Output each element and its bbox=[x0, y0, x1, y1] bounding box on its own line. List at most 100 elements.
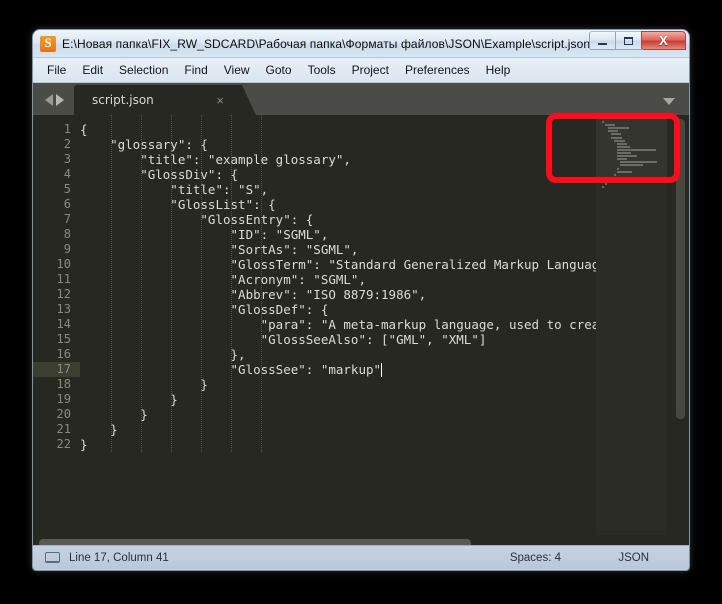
code-line: "GlossSee": "markup" bbox=[80, 362, 382, 377]
menu-item-find[interactable]: Find bbox=[176, 60, 215, 80]
window-controls: X bbox=[589, 31, 686, 50]
menu-item-help[interactable]: Help bbox=[478, 60, 519, 80]
minimap-line bbox=[614, 139, 626, 142]
minimap-line bbox=[620, 164, 643, 167]
vertical-scrollbar-thumb[interactable] bbox=[676, 119, 685, 419]
code-line: "glossary": { bbox=[80, 137, 208, 152]
text-caret bbox=[380, 363, 382, 377]
line-number: 21 bbox=[56, 422, 71, 436]
menu-item-preferences[interactable]: Preferences bbox=[397, 60, 478, 80]
syntax-mode[interactable]: JSON bbox=[618, 552, 649, 564]
maximize-button[interactable] bbox=[615, 31, 642, 50]
code-line: }, bbox=[80, 347, 246, 362]
indentation-setting[interactable]: Spaces: 4 bbox=[510, 552, 561, 564]
line-number: 2 bbox=[63, 137, 71, 151]
code-line: "GlossEntry": { bbox=[80, 212, 314, 227]
minimap-line bbox=[605, 124, 615, 127]
tab-label: script.json bbox=[92, 93, 154, 107]
minimap-line bbox=[617, 145, 630, 148]
code-line: } bbox=[80, 377, 208, 392]
minimap-line bbox=[608, 130, 618, 133]
line-number: 4 bbox=[63, 167, 71, 181]
minimize-button[interactable] bbox=[589, 31, 616, 50]
minimap-line bbox=[617, 148, 656, 151]
minimap-line bbox=[605, 183, 607, 185]
maximize-icon bbox=[624, 36, 633, 45]
line-number: 15 bbox=[56, 332, 71, 346]
code-line: "para": "A meta-markup language, used to… bbox=[80, 317, 630, 332]
minimap-line bbox=[602, 121, 604, 123]
code-line: "GlossDef": { bbox=[80, 302, 329, 317]
sublime-text-window: E:\Новая папка\FIX_RW_SDCARD\Рабочая пап… bbox=[33, 30, 689, 570]
code-line: { bbox=[80, 122, 88, 137]
code-line: "GlossList": { bbox=[80, 197, 276, 212]
tab-close-icon[interactable]: × bbox=[216, 94, 224, 107]
line-number: 9 bbox=[63, 242, 71, 256]
close-button[interactable]: X bbox=[641, 31, 686, 50]
editor-shell: script.json × 1 2 3 4 5 6 7 8 9 10 11 12 13 14 15 16 17 1… bbox=[33, 83, 689, 569]
minimap-line bbox=[617, 152, 631, 154]
line-number: 18 bbox=[56, 377, 71, 391]
minimap-line bbox=[614, 173, 616, 176]
code-line: } bbox=[80, 422, 118, 437]
line-number: 7 bbox=[63, 212, 71, 226]
code-line: "GlossSeeAlso": ["GML", "XML"] bbox=[80, 332, 487, 347]
minimize-icon bbox=[598, 43, 607, 45]
line-number-gutter: 1 2 3 4 5 6 7 8 9 10 11 12 13 14 15 16 17 18 19 20 21 22 bbox=[33, 115, 80, 551]
line-number: 19 bbox=[56, 392, 71, 406]
code-line: "GlossTerm": "Standard Generalized Marku… bbox=[80, 257, 622, 272]
arrow-right-icon[interactable] bbox=[56, 94, 64, 106]
menu-item-selection[interactable]: Selection bbox=[111, 60, 176, 80]
minimap-line bbox=[617, 142, 627, 145]
line-number: 10 bbox=[56, 257, 71, 271]
cursor-position: Line 17, Column 41 bbox=[69, 551, 169, 564]
minimap-line bbox=[608, 127, 629, 130]
minimap-line bbox=[611, 176, 613, 179]
minimap-line bbox=[620, 161, 657, 164]
close-icon: X bbox=[659, 33, 668, 48]
title-bar: E:\Новая папка\FIX_RW_SDCARD\Рабочая пап… bbox=[33, 30, 689, 58]
code-line: } bbox=[80, 407, 148, 422]
code-line: "title": "S", bbox=[80, 182, 269, 197]
console-icon[interactable] bbox=[45, 552, 60, 563]
line-number: 20 bbox=[56, 407, 71, 421]
line-number: 1 bbox=[63, 122, 71, 136]
menu-item-file[interactable]: File bbox=[39, 60, 74, 80]
line-number: 22 bbox=[56, 437, 71, 451]
tab-script-json[interactable]: script.json × bbox=[74, 85, 256, 115]
menu-item-project[interactable]: Project bbox=[344, 60, 397, 80]
menu-item-goto[interactable]: Goto bbox=[258, 60, 300, 80]
minimap-line bbox=[602, 186, 604, 189]
line-number: 3 bbox=[63, 152, 71, 166]
menu-bar: File Edit Selection Find View Goto Tools Projec… bbox=[33, 58, 689, 83]
code-line: "Abbrev": "ISO 8879:1986", bbox=[80, 287, 427, 302]
minimap-line bbox=[608, 179, 610, 182]
line-number: 11 bbox=[56, 272, 71, 286]
window-title: E:\Новая папка\FIX_RW_SDCARD\Рабочая пап… bbox=[62, 36, 601, 51]
menu-item-tools[interactable]: Tools bbox=[300, 60, 344, 80]
line-number: 5 bbox=[63, 182, 71, 196]
arrow-left-icon[interactable] bbox=[45, 94, 53, 106]
line-number: 14 bbox=[56, 317, 71, 331]
vertical-scrollbar[interactable] bbox=[676, 119, 685, 547]
code-editor[interactable]: 1 2 3 4 5 6 7 8 9 10 11 12 13 14 15 16 17 18 19 20 21 22 { "g… bbox=[33, 115, 689, 551]
line-number: 6 bbox=[63, 197, 71, 211]
code-line: "ID": "SGML", bbox=[80, 227, 329, 242]
code-line: "SortAs": "SGML", bbox=[80, 242, 359, 257]
code-line: } bbox=[80, 437, 88, 452]
minimap-line bbox=[617, 155, 637, 158]
screenshot-root: E:\Новая папка\FIX_RW_SDCARD\Рабочая пап… bbox=[0, 0, 722, 604]
code-line: "title": "example glossary", bbox=[80, 152, 351, 167]
code-line: } bbox=[80, 392, 178, 407]
chevron-down-icon[interactable] bbox=[663, 98, 675, 105]
minimap-line bbox=[611, 133, 621, 136]
code-line: "Acronym": "SGML", bbox=[80, 272, 366, 287]
menu-item-edit[interactable]: Edit bbox=[74, 60, 111, 80]
status-bar: Line 17, Column 41 Spaces: 4 JSON bbox=[33, 545, 689, 569]
line-number: 8 bbox=[63, 227, 71, 241]
sublime-text-icon bbox=[40, 35, 56, 52]
menu-item-view[interactable]: View bbox=[216, 60, 258, 80]
minimap[interactable] bbox=[596, 115, 667, 551]
minimap-line bbox=[611, 136, 622, 139]
tab-nav-arrows bbox=[33, 94, 74, 115]
